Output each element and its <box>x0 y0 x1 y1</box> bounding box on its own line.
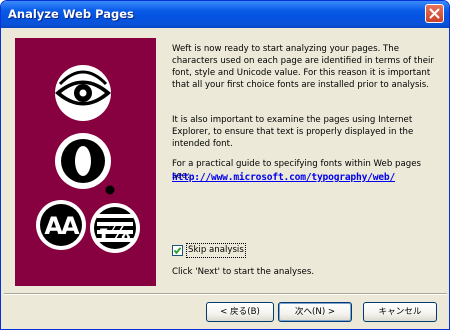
svg-text:ɪ⅞: ɪ⅞ <box>99 220 130 246</box>
ie-paragraph: It is also important to examine the page… <box>172 115 414 149</box>
cancel-button[interactable]: キャンセル <box>363 302 437 322</box>
skip-analysis-checkbox[interactable] <box>172 245 183 256</box>
svg-text:AA: AA <box>44 212 80 240</box>
next-instruction: Click 'Next' to start the analyses. <box>172 267 315 277</box>
skip-analysis-label[interactable]: Skip analysis <box>186 243 246 258</box>
checkmark-icon <box>173 247 182 255</box>
eye-icon <box>55 65 111 121</box>
title-bar[interactable]: Analyze Web Pages <box>1 1 449 28</box>
wizard-window: Analyze Web Pages AA ɪ⅞ Weft is now read… <box>0 0 450 330</box>
letter-o-icon <box>55 133 115 195</box>
back-button[interactable]: < 戻る(B) <box>206 302 274 322</box>
window-title: Analyze Web Pages <box>8 7 134 21</box>
next-button[interactable]: 次へ(N) > <box>278 302 352 322</box>
close-button[interactable] <box>425 4 444 23</box>
close-icon <box>429 8 440 19</box>
aa-letters-icon: AA <box>36 200 86 250</box>
striped-letters-icon: ɪ⅞ <box>90 203 140 253</box>
wizard-side-image: AA ɪ⅞ <box>15 38 156 286</box>
button-separator <box>4 293 447 295</box>
typography-link[interactable]: http://www.microsoft.com/typography/web/ <box>172 172 395 183</box>
intro-paragraph: Weft is now ready to start analyzing you… <box>172 44 434 90</box>
typography-art-icon: AA ɪ⅞ <box>36 65 140 253</box>
